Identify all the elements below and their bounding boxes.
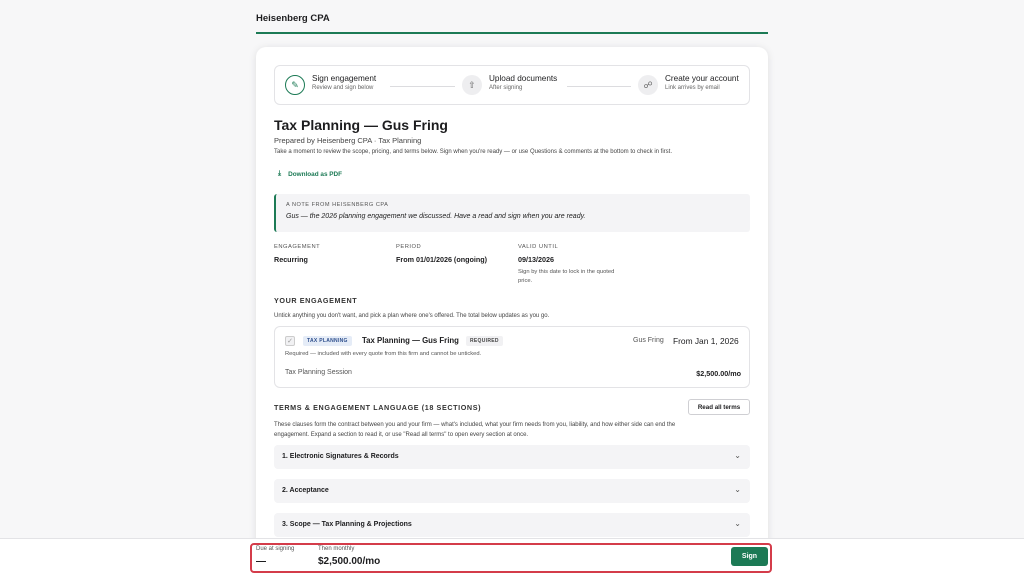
service-tag: TAX PLANNING bbox=[303, 336, 352, 346]
download-pdf-link[interactable]: ⤓ Download as PDF bbox=[278, 170, 342, 178]
meta-value: 09/13/2026 bbox=[518, 255, 554, 264]
service-client: Gus Fring bbox=[633, 337, 664, 344]
brand-name: Heisenberg CPA bbox=[256, 13, 330, 24]
terms-section-title: 3. Scope — Tax Planning & Projections bbox=[282, 521, 412, 528]
then-monthly-value: $2,500.00/mo bbox=[318, 556, 381, 567]
link-icon: ☍ bbox=[638, 75, 658, 95]
meta-label: VALID UNTIL bbox=[518, 244, 559, 250]
progress-stepper: ✎ Sign engagement Review and sign below … bbox=[274, 65, 750, 105]
terms-description-line: These clauses form the contract between … bbox=[274, 422, 676, 428]
engagement-description: Untick anything you don't want, and pick… bbox=[274, 313, 550, 319]
service-note: Required — included with every quote fro… bbox=[285, 351, 482, 357]
terms-section-title: 2. Acceptance bbox=[282, 487, 329, 494]
service-card: ✓ TAX PLANNING Tax Planning — Gus Fring … bbox=[274, 326, 750, 388]
pen-icon: ✎ bbox=[285, 75, 305, 95]
note-label: A NOTE FROM HEISENBERG CPA bbox=[286, 202, 389, 208]
step-title: Create your account bbox=[665, 74, 739, 83]
meta-value: Recurring bbox=[274, 255, 308, 264]
step-connector bbox=[567, 86, 631, 87]
meta-engagement: ENGAGEMENT Recurring bbox=[274, 244, 320, 264]
page-title: Tax Planning — Gus Fring bbox=[274, 117, 448, 133]
chevron-down-icon: ⌄ bbox=[734, 485, 741, 494]
required-badge: REQUIRED bbox=[466, 336, 503, 346]
chevron-down-icon: ⌄ bbox=[734, 451, 741, 460]
step-upload-documents: ⇧ Upload documents After signing bbox=[462, 74, 557, 95]
terms-section[interactable]: 3. Scope — Tax Planning & Projections ⌄ bbox=[274, 513, 750, 537]
download-icon: ⤓ bbox=[278, 170, 282, 177]
meta-label: ENGAGEMENT bbox=[274, 244, 321, 250]
service-start-date: From Jan 1, 2026 bbox=[673, 336, 739, 346]
service-line-item: Tax Planning Session bbox=[285, 369, 352, 376]
terms-section[interactable]: 1. Electronic Signatures & Records ⌄ bbox=[274, 445, 750, 469]
step-subtitle: Link arrives by email bbox=[665, 85, 720, 91]
step-sign-engagement: ✎ Sign engagement Review and sign below bbox=[285, 74, 376, 95]
meta-period: PERIOD From 01/01/2026 (ongoing) bbox=[396, 244, 487, 264]
terms-description: These clauses form the contract between … bbox=[274, 420, 675, 440]
service-name: Tax Planning — Gus Fring bbox=[362, 336, 459, 345]
step-subtitle: After signing bbox=[489, 85, 523, 91]
meta-hint: Sign by this date to lock in the quoted … bbox=[518, 269, 615, 284]
step-connector bbox=[390, 86, 455, 87]
download-pdf-label: Download as PDF bbox=[288, 170, 343, 178]
step-create-account: ☍ Create your account Link arrives by em… bbox=[638, 74, 739, 95]
prepared-by: Prepared by Heisenberg CPA · Tax Plannin… bbox=[274, 136, 422, 145]
firm-note: A NOTE FROM HEISENBERG CPA Gus — the 202… bbox=[274, 194, 750, 232]
terms-section[interactable]: 2. Acceptance ⌄ bbox=[274, 479, 750, 503]
meta-label: PERIOD bbox=[396, 244, 422, 250]
proposal-card: ✎ Sign engagement Review and sign below … bbox=[256, 47, 768, 567]
top-header: Heisenberg CPA bbox=[256, 0, 768, 34]
terms-heading: TERMS & ENGAGEMENT LANGUAGE (18 SECTIONS… bbox=[274, 403, 482, 412]
terms-description-line: engagement. Expand a section to read it,… bbox=[274, 432, 529, 438]
service-checkbox[interactable]: ✓ bbox=[285, 336, 295, 346]
due-at-signing-label: Due at signing bbox=[256, 546, 295, 552]
due-at-signing-value: — bbox=[256, 556, 266, 567]
sign-button[interactable]: Sign bbox=[731, 547, 768, 566]
step-subtitle: Review and sign below bbox=[312, 85, 374, 91]
terms-section-title: 1. Electronic Signatures & Records bbox=[282, 453, 399, 460]
read-all-terms-button[interactable]: Read all terms bbox=[688, 399, 750, 415]
step-title: Upload documents bbox=[489, 74, 558, 83]
meta-value: From 01/01/2026 (ongoing) bbox=[396, 255, 488, 264]
chevron-down-icon: ⌄ bbox=[734, 519, 741, 528]
meta-valid-until: VALID UNTIL 09/13/2026 Sign by this date… bbox=[518, 244, 618, 286]
engagement-heading: YOUR ENGAGEMENT bbox=[274, 296, 358, 305]
then-monthly-label: Then monthly bbox=[318, 546, 355, 552]
intro-text: Take a moment to review the scope, prici… bbox=[274, 149, 673, 155]
upload-icon: ⇧ bbox=[462, 75, 482, 95]
note-text: Gus — the 2026 planning engagement we di… bbox=[286, 213, 586, 220]
step-title: Sign engagement bbox=[312, 74, 377, 83]
service-price: $2,500.00/mo bbox=[696, 369, 741, 378]
